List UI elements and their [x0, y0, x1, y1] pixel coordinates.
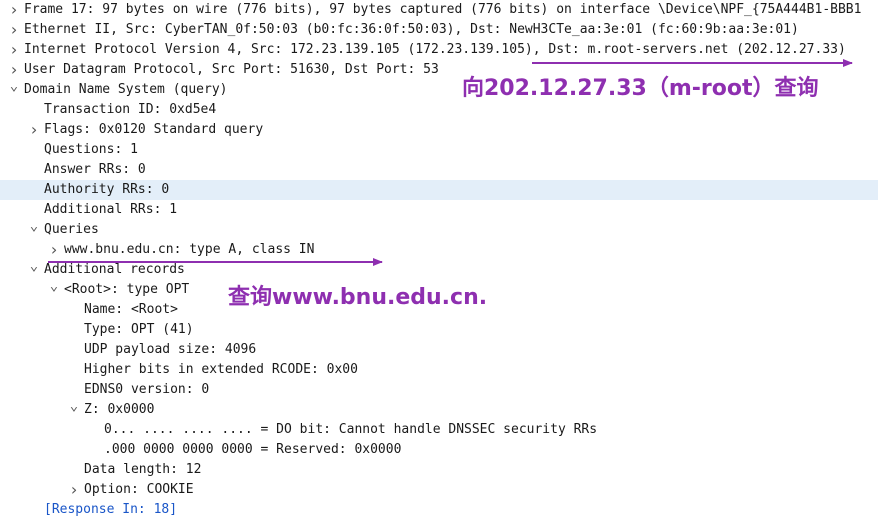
tree-row-label: EDNS0 version: 0: [84, 382, 210, 397]
tree-row-label: Flags: 0x0120 Standard query: [44, 122, 264, 137]
tree-row[interactable]: Type: OPT (41): [0, 320, 878, 340]
tree-row[interactable]: Answer RRs: 0: [0, 160, 878, 180]
chevron-right-icon[interactable]: [7, 20, 21, 40]
tree-row-label: Additional RRs: 1: [44, 202, 178, 217]
tree-row-label: Questions: 1: [44, 142, 138, 157]
tree-row-label: Queries: [44, 222, 99, 237]
tree-row[interactable]: Z: 0x0000: [0, 400, 878, 420]
chevron-down-icon[interactable]: [27, 220, 41, 240]
tree-row[interactable]: Frame 17: 97 bytes on wire (776 bits), 9…: [0, 0, 878, 20]
tree-row[interactable]: Queries: [0, 220, 878, 240]
tree-row[interactable]: Additional RRs: 1: [0, 200, 878, 220]
tree-row[interactable]: Data length: 12: [0, 460, 878, 480]
chevron-down-icon[interactable]: [47, 280, 61, 300]
tree-row-label: Option: COOKIE: [84, 482, 194, 497]
tree-row[interactable]: Questions: 1: [0, 140, 878, 160]
tree-row-label: Higher bits in extended RCODE: 0x00: [84, 362, 358, 377]
tree-row-label: Type: OPT (41): [84, 322, 194, 337]
tree-row-label: Data length: 12: [84, 462, 202, 477]
tree-row[interactable]: 0... .... .... .... = DO bit: Cannot han…: [0, 420, 878, 440]
tree-row-label: Name: <Root>: [84, 302, 178, 317]
tree-row-label: UDP payload size: 4096: [84, 342, 257, 357]
tree-row[interactable]: Transaction ID: 0xd5e4: [0, 100, 878, 120]
tree-row-label: Additional records: [44, 262, 185, 277]
chevron-right-icon[interactable]: [7, 0, 21, 20]
tree-row[interactable]: UDP payload size: 4096: [0, 340, 878, 360]
tree-row[interactable]: Additional records: [0, 260, 878, 280]
tree-row-label: 0... .... .... .... = DO bit: Cannot han…: [104, 422, 598, 437]
tree-row[interactable]: Flags: 0x0120 Standard query: [0, 120, 878, 140]
tree-row[interactable]: Authority RRs: 0: [0, 180, 878, 200]
tree-row-label: <Root>: type OPT: [64, 282, 190, 297]
tree-row-label: .000 0000 0000 0000 = Reserved: 0x0000: [104, 442, 402, 457]
tree-row-label: Ethernet II, Src: CyberTAN_0f:50:03 (b0:…: [24, 22, 799, 37]
tree-row-label: Transaction ID: 0xd5e4: [44, 102, 217, 117]
tree-row-label: Frame 17: 97 bytes on wire (776 bits), 9…: [24, 2, 862, 17]
tree-row[interactable]: [Response In: 18]: [0, 500, 878, 520]
tree-row[interactable]: Ethernet II, Src: CyberTAN_0f:50:03 (b0:…: [0, 20, 878, 40]
tree-row[interactable]: Higher bits in extended RCODE: 0x00: [0, 360, 878, 380]
server-annotation: 向202.12.27.33（m-root）查询: [462, 76, 819, 101]
tree-row-label: Z: 0x0000: [84, 402, 155, 417]
tree-row[interactable]: EDNS0 version: 0: [0, 380, 878, 400]
query-annotation: 查询www.bnu.edu.cn.: [228, 285, 488, 310]
tree-row-link[interactable]: [Response In: 18]: [44, 500, 177, 520]
chevron-down-icon[interactable]: [7, 80, 21, 100]
chevron-right-icon[interactable]: [47, 240, 61, 260]
tree-row-label: www.bnu.edu.cn: type A, class IN: [64, 242, 315, 257]
tree-row[interactable]: .000 0000 0000 0000 = Reserved: 0x0000: [0, 440, 878, 460]
chevron-down-icon[interactable]: [27, 260, 41, 280]
chevron-right-icon[interactable]: [67, 480, 81, 500]
tree-row-label: Internet Protocol Version 4, Src: 172.23…: [24, 42, 846, 57]
tree-row[interactable]: www.bnu.edu.cn: type A, class IN: [0, 240, 878, 260]
chevron-right-icon[interactable]: [7, 60, 21, 80]
tree-row[interactable]: Option: COOKIE: [0, 480, 878, 500]
chevron-right-icon[interactable]: [7, 40, 21, 60]
tree-row-label: Answer RRs: 0: [44, 162, 146, 177]
tree-row-label: Authority RRs: 0: [44, 182, 170, 197]
chevron-right-icon[interactable]: [27, 120, 41, 140]
tree-row-label: Domain Name System (query): [24, 82, 228, 97]
chevron-down-icon[interactable]: [67, 400, 81, 420]
tree-row-label: User Datagram Protocol, Src Port: 51630,…: [24, 62, 439, 77]
tree-row[interactable]: Internet Protocol Version 4, Src: 172.23…: [0, 40, 878, 60]
